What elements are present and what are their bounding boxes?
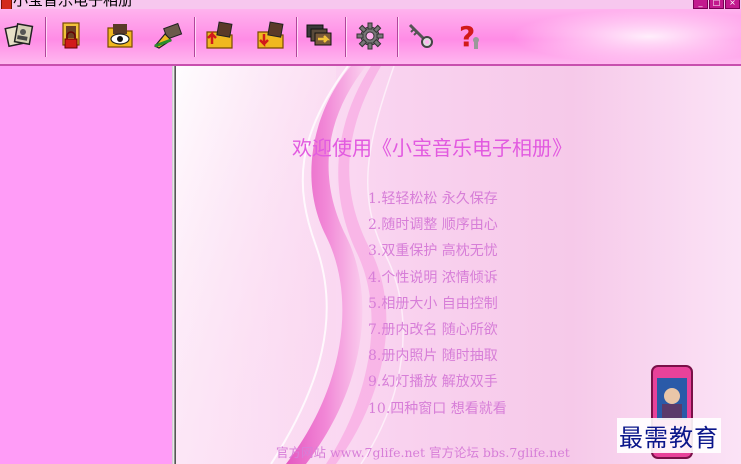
- import-icon: [257, 21, 284, 49]
- list-item: 8.册内照片 随时抽取: [368, 348, 498, 365]
- import-button[interactable]: [254, 19, 288, 53]
- export-button[interactable]: [203, 19, 237, 53]
- list-item: 7.册内改名 随心所欲: [368, 322, 498, 339]
- view-album-button[interactable]: [103, 19, 137, 53]
- list-item: 1.轻轻松松 永久保存: [368, 191, 498, 207]
- list-item: 10.四种窗口 想看就看: [368, 400, 507, 417]
- photos-button[interactable]: [3, 19, 37, 53]
- list-item: 2.随时调整 顺序由心: [368, 217, 498, 234]
- edit-photo-button[interactable]: [151, 19, 185, 53]
- window-title: 小宝音乐电子相册: [13, 0, 134, 9]
- list-item: 5.相册大小 自由控制: [368, 295, 498, 312]
- slideshow-icon: [306, 24, 332, 46]
- watermark-text: 最需教育: [617, 418, 721, 453]
- feature-list: 1.轻轻松松 永久保存 2.随时调整 顺序由心 3.双重保护 高枕无忧 4.个性…: [368, 186, 507, 422]
- album-list-panel[interactable]: [0, 66, 172, 464]
- close-button[interactable]: ×: [725, 0, 740, 9]
- title-bar: 小宝音乐电子相册 _ □ ×: [0, 0, 741, 9]
- export-icon: [206, 21, 233, 49]
- help-button[interactable]: ?: [452, 19, 486, 53]
- help-icon: ?: [459, 20, 479, 52]
- footer-links: 官方网站 www.7glife.net 官方论坛 bbs.7glife.net: [276, 445, 570, 460]
- welcome-heading: 欢迎使用《小宝音乐电子相册》: [292, 136, 572, 160]
- list-item: 4.个性说明 浓情倾诉: [368, 269, 498, 286]
- app-icon: [1, 0, 12, 9]
- list-item: 9.幻灯播放 解放双手: [368, 374, 498, 391]
- photos-icon: [4, 23, 34, 48]
- maximize-button[interactable]: □: [709, 0, 724, 9]
- list-item: 3.双重保护 高枕无忧: [368, 243, 498, 260]
- settings-button[interactable]: [353, 19, 387, 53]
- slideshow-button[interactable]: [303, 19, 337, 53]
- password-button[interactable]: [404, 19, 438, 53]
- toolbar: ?: [0, 9, 741, 66]
- lock-album-button[interactable]: [54, 19, 88, 53]
- view-album-icon: [107, 24, 133, 48]
- welcome-panel: 欢迎使用《小宝音乐电子相册》 1.轻轻松松 永久保存 2.随时调整 顺序由心 3…: [176, 66, 741, 464]
- window-controls: _ □ ×: [693, 0, 740, 9]
- minimize-button[interactable]: _: [693, 0, 708, 9]
- key-icon: [408, 23, 433, 48]
- lock-folder-icon: [62, 22, 80, 49]
- edit-photo-icon: [154, 22, 183, 49]
- svg-text:?: ?: [459, 20, 475, 52]
- settings-gear-icon: [356, 22, 384, 50]
